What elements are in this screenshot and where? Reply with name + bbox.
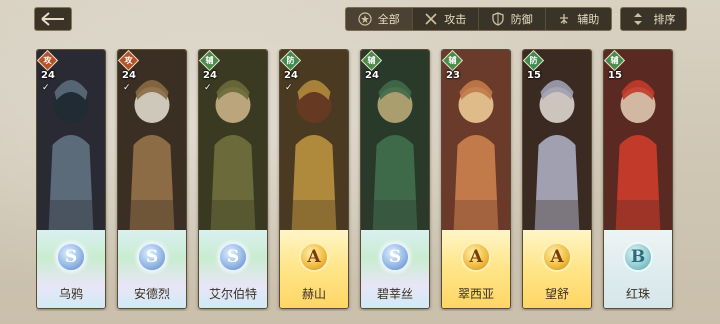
character-card[interactable]: 防 24 ✓ A 赫山 [279,49,349,309]
rank-badge-icon: S [56,242,86,272]
card-footer: A 赫山 [280,230,348,308]
level-label: 15 [527,70,541,81]
rank-badge-icon: S [218,242,248,272]
level-label: 24 [284,70,298,81]
sort-button[interactable]: 排序 [620,7,687,31]
level-label: 24 [122,70,136,81]
rank-badge-icon: A [542,242,572,272]
role-label: 攻 [43,56,52,65]
card-footer: S 碧莘丝 [361,230,429,308]
back-button[interactable] [34,7,72,31]
character-name: 安德烈 [133,287,170,301]
character-name: 望舒 [544,287,569,301]
check-icon: ✓ [204,83,212,93]
card-footer: S 安德烈 [118,230,186,308]
character-name: 红珠 [625,287,650,301]
arrow-left-icon [41,12,64,26]
rank-badge-icon: B [623,242,653,272]
character-name: 艾尔伯特 [208,287,257,301]
rank-badge-icon: A [299,242,329,272]
character-card[interactable]: 辅 24 S 碧莘丝 [360,49,430,309]
rank-badge-icon: S [380,242,410,272]
role-label: 辅 [367,56,376,65]
character-card[interactable]: 辅 23 A 翠西亚 [441,49,511,309]
character-name: 碧莘丝 [376,287,413,301]
character-name: 乌鸦 [58,287,83,301]
character-card[interactable]: 攻 24 ✓ S 安德烈 [117,49,187,309]
role-label: 攻 [124,56,133,65]
crossed-swords-icon [424,12,438,26]
card-footer: B 红珠 [604,230,672,308]
card-footer: S 艾尔伯特 [199,230,267,308]
filter-support[interactable]: 辅助 [546,8,612,30]
character-card[interactable]: 辅 15 B 红珠 [603,49,673,309]
level-label: 24 [203,70,217,81]
star-circle-icon [358,12,372,26]
rank-badge-icon: A [461,242,491,272]
card-footer: S 乌鸦 [37,230,105,308]
sort-arrows-icon [633,13,642,25]
support-icon [557,12,571,26]
character-name: 翠西亚 [457,287,494,301]
level-label: 23 [446,70,460,81]
check-icon: ✓ [123,83,131,93]
card-footer: A 翠西亚 [442,230,510,308]
shield-icon [491,12,505,26]
role-label: 防 [286,56,295,65]
filter-defense-label: 防御 [510,13,533,26]
level-label: 24 [41,70,55,81]
role-label: 辅 [610,56,619,65]
character-card[interactable]: 辅 24 ✓ S 艾尔伯特 [198,49,268,309]
filter-all-label: 全部 [377,13,400,26]
character-card[interactable]: 防 15 A 望舒 [522,49,592,309]
character-name: 赫山 [301,287,326,301]
role-label: 防 [529,56,538,65]
role-filter-bar: 全部 攻击 防御 辅助 [345,7,612,31]
card-footer: A 望舒 [523,230,591,308]
check-icon: ✓ [285,83,293,93]
level-label: 24 [365,70,379,81]
check-icon: ✓ [42,83,50,93]
rank-badge-icon: S [137,242,167,272]
filter-attack[interactable]: 攻击 [413,8,479,30]
character-card[interactable]: 攻 24 ✓ S 乌鸦 [36,49,106,309]
level-label: 15 [608,70,622,81]
filter-attack-label: 攻击 [444,13,467,26]
character-card-list: 攻 24 ✓ S 乌鸦 攻 24 ✓ S 安德烈 辅 24 ✓ S 艾尔伯特 防 24 ✓ A 赫山 辅 24 S 碧莘丝 辅 2… [36,49,720,311]
filter-all[interactable]: 全部 [346,8,413,30]
filter-support-label: 辅助 [577,13,600,26]
filter-defense[interactable]: 防御 [479,8,546,30]
role-label: 辅 [448,56,457,65]
sort-label: 排序 [653,13,676,26]
role-label: 辅 [205,56,214,65]
